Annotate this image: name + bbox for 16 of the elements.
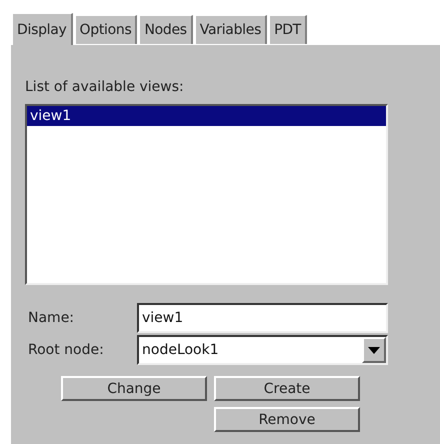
name-label: Name: (27, 310, 76, 326)
action-button[interactable]: Change (61, 376, 207, 401)
tab[interactable]: Options (74, 15, 138, 44)
action-button[interactable]: Create (214, 376, 360, 401)
action-button[interactable]: Remove (214, 407, 360, 432)
tab[interactable]: Nodes (139, 15, 193, 44)
root-node-label: Root node: (27, 342, 105, 358)
list-item[interactable]: view1 (27, 106, 386, 126)
tab[interactable]: PDT (269, 15, 307, 44)
root-node-dropdown[interactable]: nodeLook1 (137, 335, 388, 365)
tab[interactable]: Display (12, 13, 73, 45)
list-label: List of available views: (25, 79, 185, 95)
views-list[interactable]: view1 (25, 104, 388, 285)
tab[interactable]: Variables (194, 15, 268, 44)
name-field[interactable]: view1 (137, 303, 388, 333)
dropdown-arrow-icon (368, 346, 380, 354)
